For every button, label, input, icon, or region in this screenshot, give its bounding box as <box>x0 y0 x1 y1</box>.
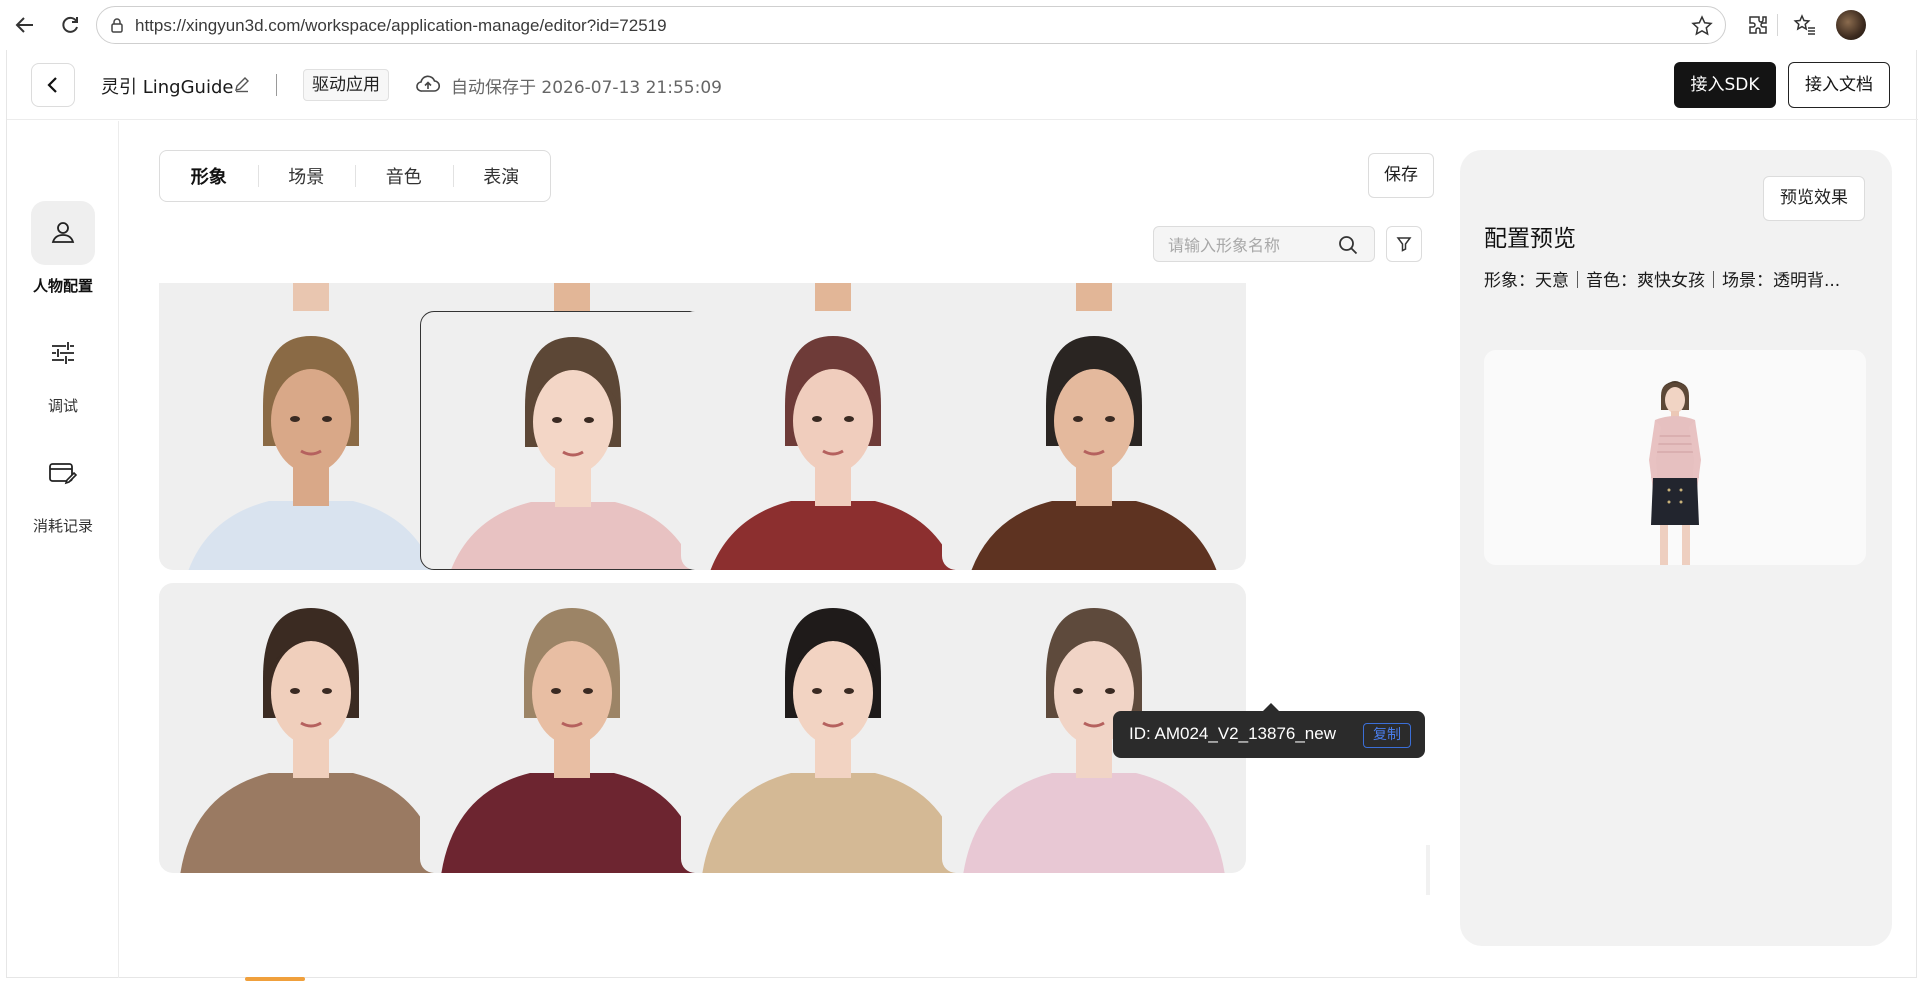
avatar-portrait <box>971 336 1217 570</box>
avatar-card[interactable] <box>681 583 985 873</box>
avatar-portrait <box>180 608 442 873</box>
sidebar-item-label: 人物配置 <box>32 277 93 295</box>
avatar-portrait <box>451 337 695 569</box>
browser-toolbar: https://xingyun3d.com/workspace/applicat… <box>0 0 1919 50</box>
preview-summary: 形象：天意｜音色：爽快女孩｜场景：透明背... <box>1484 271 1841 291</box>
profile-avatar[interactable] <box>1836 10 1866 40</box>
card-edit-icon <box>31 441 95 505</box>
avatar-portrait <box>441 608 703 873</box>
config-tabs: 形象 场景 音色 表演 <box>159 150 551 202</box>
integrate-docs-button[interactable]: 接入文档 <box>1788 62 1890 108</box>
avatar-preview-image <box>1484 350 1866 565</box>
left-sidebar: 人物配置 调试 消耗记录 <box>7 121 119 978</box>
sidebar-item-debug[interactable]: 调试 <box>7 321 119 421</box>
avatar-card[interactable] <box>681 311 985 570</box>
toolbar-divider <box>1777 14 1778 36</box>
sidebar-item-character-config[interactable]: 人物配置 <box>7 201 119 301</box>
avatar-card[interactable] <box>159 583 463 873</box>
avatar-portrait <box>710 336 956 570</box>
filter-icon <box>1396 237 1412 252</box>
tab-performance[interactable]: 表演 <box>452 163 551 189</box>
autosave-status: 自动保存于 2026-07-13 21:55:09 <box>451 78 722 98</box>
reload-icon[interactable] <box>55 10 85 40</box>
avatar-card[interactable] <box>159 311 463 570</box>
chevron-left-icon <box>47 77 57 93</box>
app-name: 灵引 LingGuide <box>101 77 234 98</box>
tab-scene[interactable]: 场景 <box>257 163 356 189</box>
sidebar-item-usage-records[interactable]: 消耗记录 <box>7 441 119 541</box>
tab-voice[interactable]: 音色 <box>355 163 453 189</box>
sliders-icon <box>31 321 95 385</box>
avatar-search <box>1153 226 1375 262</box>
avatar-card[interactable] <box>420 311 724 570</box>
address-bar[interactable]: https://xingyun3d.com/workspace/applicat… <box>96 6 1726 44</box>
avatar-portrait <box>188 336 434 570</box>
back-button[interactable] <box>31 63 75 107</box>
url-text: https://xingyun3d.com/workspace/applicat… <box>135 16 667 35</box>
app-header: 灵引 LingGuide 驱动应用 自动保存于 2026-07-13 21:55… <box>7 50 1918 120</box>
edit-pencil-icon[interactable] <box>233 75 251 93</box>
avatar-card[interactable] <box>420 583 724 873</box>
config-preview-panel: 预览效果 配置预览 形象：天意｜音色：爽快女孩｜场景：透明背... <box>1460 150 1892 946</box>
star-icon[interactable] <box>1691 15 1713 41</box>
save-button[interactable]: 保存 <box>1368 153 1434 198</box>
scrollbar[interactable] <box>1426 845 1430 895</box>
lock-icon <box>109 17 125 37</box>
back-arrow-icon[interactable] <box>10 10 40 40</box>
avatar-portrait <box>702 608 964 873</box>
search-input[interactable] <box>1168 233 1328 257</box>
copy-id-button[interactable]: 复制 <box>1363 723 1411 748</box>
header-separator <box>276 74 277 96</box>
avatar-id-tooltip: ID: AM024_V2_13876_new 复制 <box>1113 703 1425 758</box>
filter-button[interactable] <box>1386 226 1422 262</box>
avatar-card[interactable] <box>942 311 1246 570</box>
search-icon[interactable] <box>1337 234 1359 256</box>
sidebar-item-label: 消耗记录 <box>32 517 93 535</box>
taskbar-indicator <box>245 977 305 981</box>
preview-title: 配置预览 <box>1484 226 1576 252</box>
integrate-sdk-button[interactable]: 接入SDK <box>1674 62 1776 108</box>
avatar-id-text: ID: AM024_V2_13876_new <box>1129 724 1336 743</box>
app-type-tag: 驱动应用 <box>303 69 389 101</box>
extensions-icon[interactable] <box>1743 10 1773 40</box>
person-icon <box>31 201 95 265</box>
preview-effect-button[interactable]: 预览效果 <box>1763 176 1865 221</box>
avatar-grid <box>159 283 1423 976</box>
favorites-icon[interactable] <box>1790 10 1820 40</box>
tab-avatar[interactable]: 形象 <box>160 163 258 189</box>
cloud-icon <box>415 73 441 95</box>
sidebar-item-label: 调试 <box>47 397 78 415</box>
